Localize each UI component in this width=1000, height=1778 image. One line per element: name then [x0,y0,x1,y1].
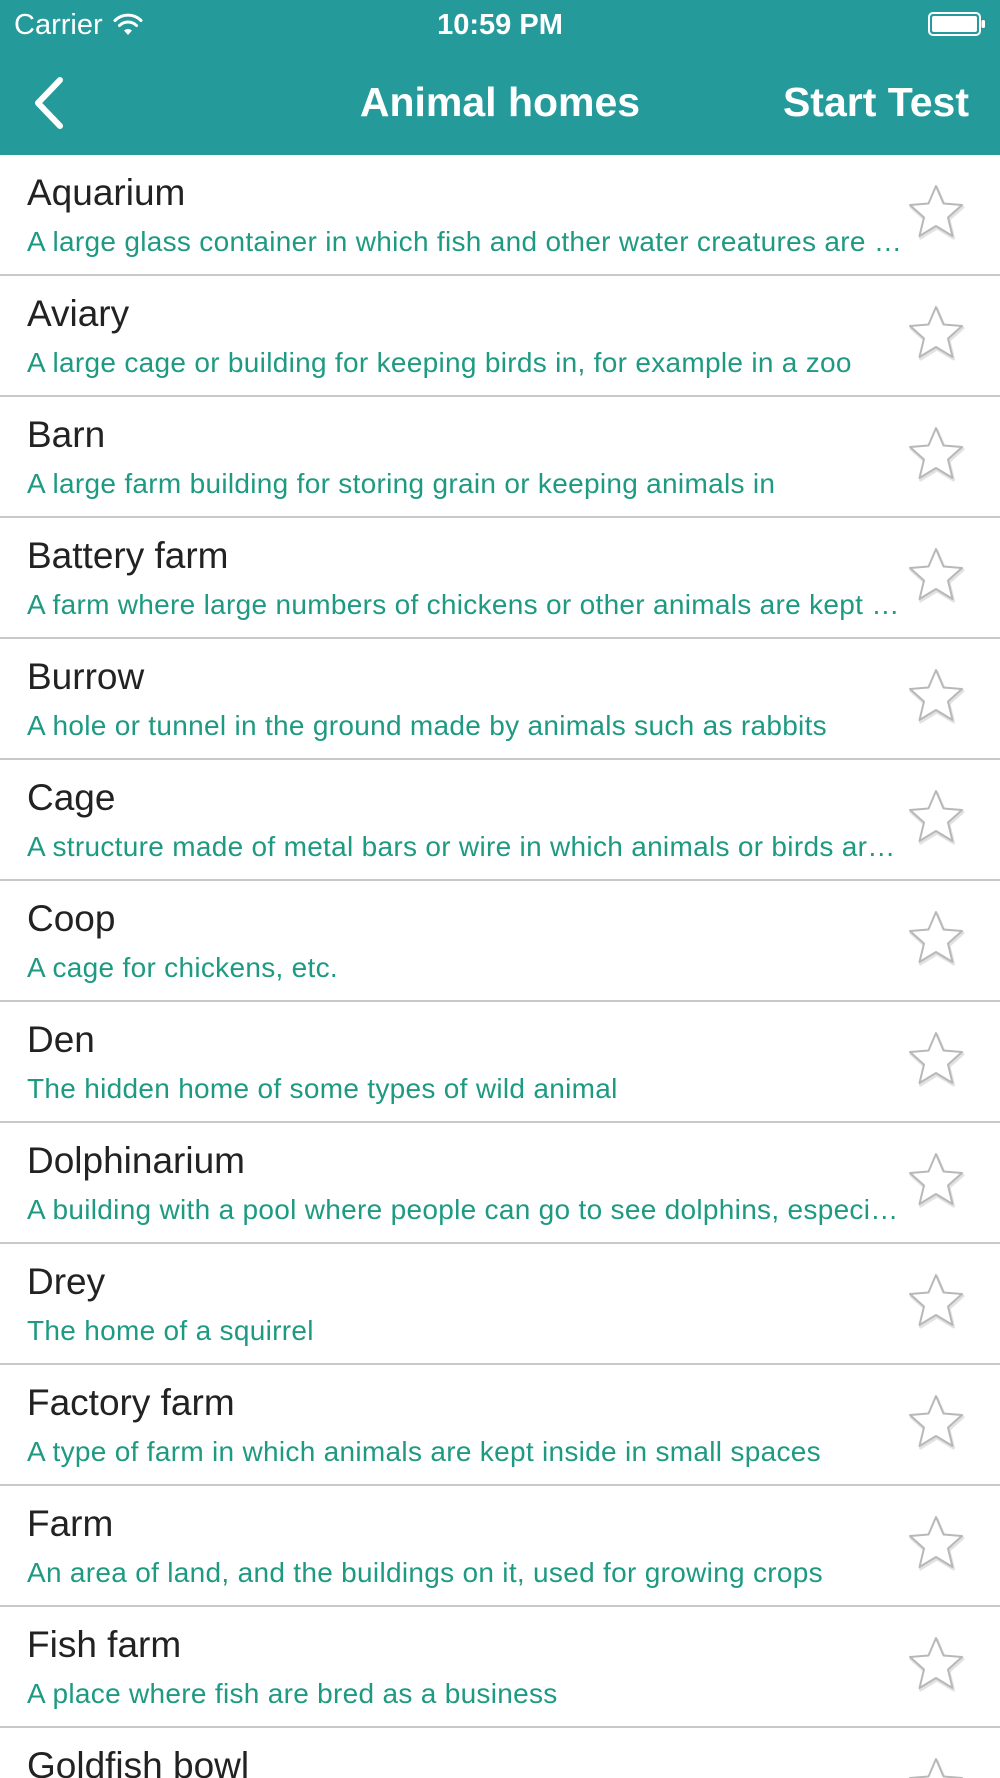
star-icon[interactable] [904,544,968,608]
word-description: A building with a pool where people can … [27,1194,905,1225]
list-item[interactable]: Factory farm A type of farm in which anim… [0,1365,1000,1486]
list-item[interactable]: Aquarium A large glass container in which… [0,155,1000,276]
word-description: A place where fish are bred as a busines… [27,1678,558,1709]
star-icon[interactable] [904,181,968,245]
word-title: Burrow [27,656,145,697]
word-title: Coop [27,898,116,939]
star-icon[interactable] [904,1270,968,1334]
star-icon[interactable] [904,1512,968,1576]
page-title: Animal homes [359,79,641,125]
word-title: Aviary [27,293,130,334]
word-description: A large cage or building for keeping bir… [27,347,852,378]
back-button[interactable] [18,73,78,133]
word-description: The home of a squirrel [27,1315,314,1346]
word-title: Aquarium [27,172,186,213]
status-time: 10:59 PM [437,9,563,41]
star-icon[interactable] [904,1754,968,1778]
word-list[interactable]: Aquarium A large glass container in which… [0,155,1000,1778]
star-icon[interactable] [904,302,968,366]
list-item[interactable]: Goldfish bowl [0,1728,1000,1778]
word-title: Factory farm [27,1382,235,1423]
start-test-button[interactable]: Start Test [783,78,969,126]
list-item[interactable]: Dolphinarium A building with a pool where… [0,1123,1000,1244]
chevron-left-icon [35,77,63,129]
list-item[interactable]: Aviary A large cage or building for keepi… [0,276,1000,397]
word-title: Battery farm [27,535,229,576]
battery-icon [928,12,985,36]
list-item[interactable]: Den The hidden home of some types of wild… [0,1002,1000,1123]
app-screen: Carrier 10:59 PM Animal homes Start Test… [0,0,1000,1778]
list-item[interactable]: Burrow A hole or tunnel in the ground mad… [0,639,1000,760]
word-title: Fish farm [27,1624,182,1665]
word-description: A type of farm in which animals are kept… [27,1436,821,1467]
word-description: An area of land, and the buildings on it… [27,1557,823,1588]
star-icon[interactable] [904,907,968,971]
word-description: A large farm building for storing grain … [27,468,776,499]
star-icon[interactable] [904,1149,968,1213]
word-description: The hidden home of some types of wild an… [27,1073,618,1104]
star-icon[interactable] [904,1391,968,1455]
star-icon[interactable] [904,423,968,487]
word-description: A large glass container in which fish an… [27,226,905,257]
star-icon[interactable] [904,786,968,850]
list-item[interactable]: Farm An area of land, and the buildings o… [0,1486,1000,1607]
navigation-bar: Animal homes Start Test [0,48,1000,155]
header: Carrier 10:59 PM Animal homes Start Test [0,0,1000,155]
list-item[interactable]: Barn A large farm building for storing gr… [0,397,1000,518]
word-description: A hole or tunnel in the ground made by a… [27,710,827,741]
list-item[interactable]: Drey The home of a squirrel [0,1244,1000,1365]
status-bar: Carrier 10:59 PM [0,0,1000,48]
word-description: A farm where large numbers of chickens o… [27,589,905,620]
star-icon[interactable] [904,1028,968,1092]
word-title: Goldfish bowl [27,1745,250,1778]
list-item[interactable]: Battery farm A farm where large numbers o… [0,518,1000,639]
word-title: Dolphinarium [27,1140,245,1181]
star-icon[interactable] [904,1633,968,1697]
word-description: A cage for chickens, etc. [27,952,338,983]
word-title: Den [27,1019,95,1060]
word-title: Cage [27,777,116,818]
list-item[interactable]: Coop A cage for chickens, etc. [0,881,1000,1002]
word-description: A structure made of metal bars or wire i… [27,831,905,862]
star-icon[interactable] [904,665,968,729]
list-item[interactable]: Cage A structure made of metal bars or wi… [0,760,1000,881]
word-title: Barn [27,414,106,455]
list-item[interactable]: Fish farm A place where fish are bred as … [0,1607,1000,1728]
word-title: Drey [27,1261,106,1302]
word-title: Farm [27,1503,114,1544]
